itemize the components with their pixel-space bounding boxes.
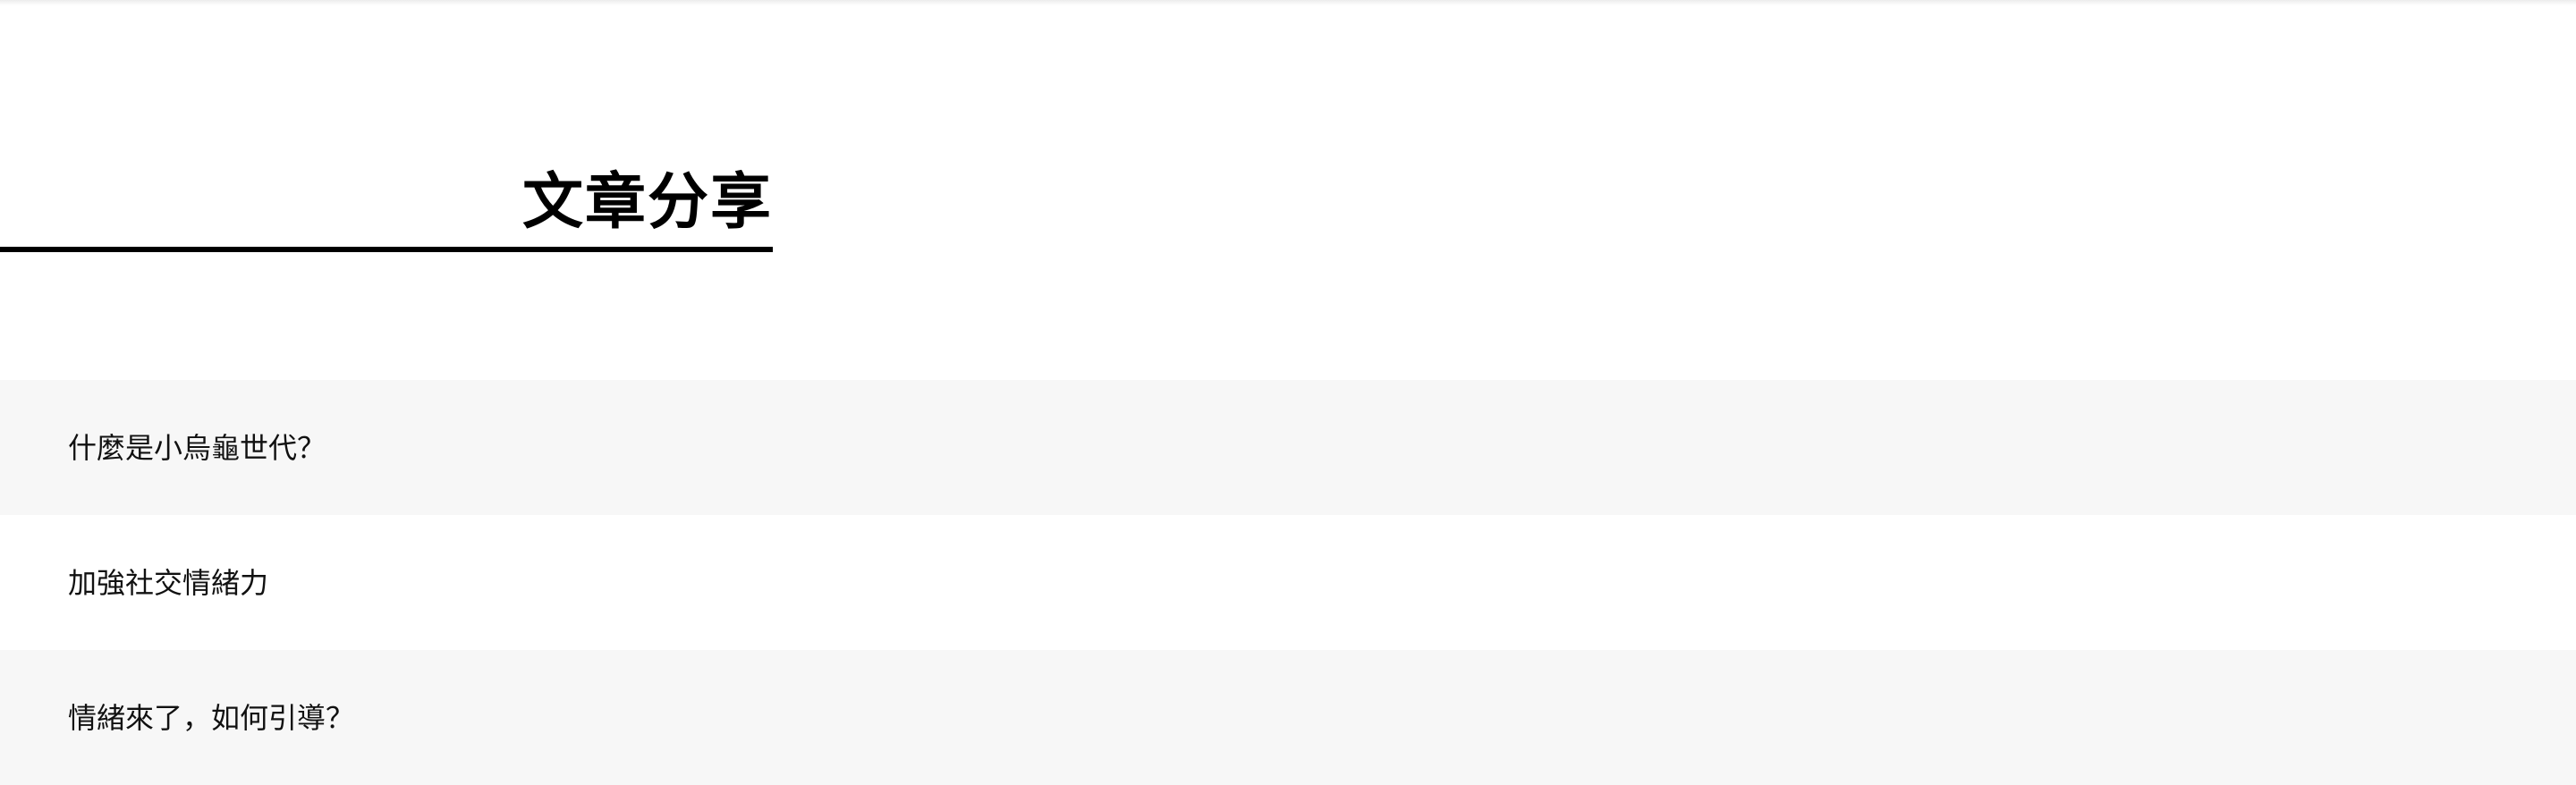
header-shadow <box>0 0 2576 5</box>
section-title: 文章分享 <box>521 167 773 238</box>
article-link[interactable]: 情緒來了，如何引導？ <box>68 700 354 736</box>
article-list: 什麼是小烏龜世代？ 加強社交情緒力 情緒來了，如何引導？ <box>0 380 2576 785</box>
article-item[interactable]: 什麼是小烏龜世代？ <box>0 380 2576 515</box>
article-item[interactable]: 加強社交情緒力 <box>0 515 2576 650</box>
article-item[interactable]: 情緒來了，如何引導？ <box>0 650 2576 785</box>
article-link[interactable]: 加強社交情緒力 <box>68 565 268 601</box>
section-heading: 文章分享 <box>0 159 773 252</box>
article-link[interactable]: 什麼是小烏龜世代？ <box>68 430 326 466</box>
